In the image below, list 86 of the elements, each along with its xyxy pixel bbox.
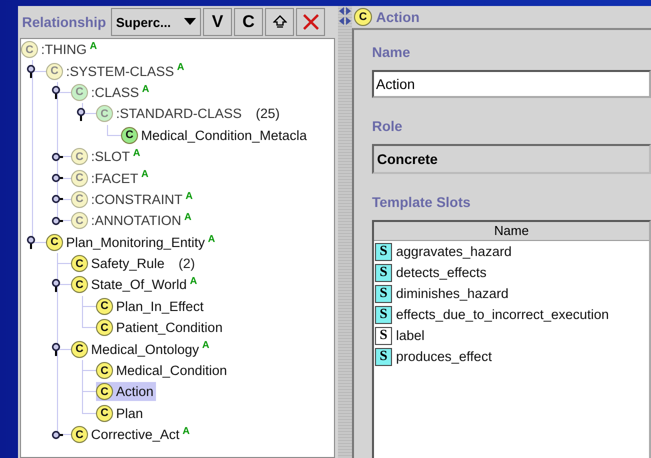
instance-count: (25) [256, 106, 280, 122]
field-label: Name [372, 44, 412, 60]
tree-node[interactable]: C :THING [21, 40, 89, 60]
slot-name[interactable]: produces_effect [396, 349, 492, 364]
tree-node[interactable]: C Action [96, 382, 156, 402]
abstract-label: A [133, 148, 140, 159]
slot-name[interactable]: detects_effects [396, 265, 487, 280]
slot-icon: S [375, 348, 392, 366]
tree-node[interactable]: C :STANDARD-CLASS [96, 104, 244, 124]
form-title: Action [376, 9, 420, 25]
abstract-label: A [177, 62, 184, 74]
class-icon: C [71, 148, 88, 166]
class-icon: C [96, 105, 113, 122]
expander-icon[interactable] [26, 64, 38, 78]
field-label: Template Slots [372, 194, 472, 210]
class-icon: C [354, 8, 372, 26]
tree-node[interactable]: C :SLOT [71, 147, 132, 166]
class-icon: C [71, 84, 88, 101]
tree-node[interactable]: C Plan [96, 404, 146, 423]
up-arrow-icon [272, 15, 287, 29]
tree-node[interactable]: C Plan_Monitoring_Entity [46, 232, 207, 252]
slot-name[interactable]: diminishes_hazard [396, 286, 509, 301]
instance-count: (2) [178, 256, 196, 272]
class-icon: C [96, 298, 113, 315]
class-icon: C [96, 404, 113, 422]
expander-icon[interactable] [51, 278, 63, 292]
tree-node[interactable]: C :CLASS [71, 82, 142, 102]
class-icon: C [71, 255, 88, 272]
slot-name[interactable]: label [396, 328, 425, 343]
abstract-label: A [142, 84, 150, 95]
tree-node[interactable]: C Medical_Condition_Metacla [121, 126, 309, 145]
close-icon [302, 13, 320, 31]
class-icon: C [121, 126, 138, 144]
abstract-label: A [190, 276, 198, 288]
expander-icon[interactable] [76, 106, 88, 121]
abstract-label: A [202, 340, 210, 352]
panel-label: Relationship [22, 14, 106, 30]
class-icon: C [71, 190, 88, 208]
class-icon: C [96, 319, 113, 336]
slot-icon: S [375, 326, 392, 344]
relationship-dropdown[interactable]: Superc... [111, 8, 202, 36]
tree-node[interactable]: C Patient_Condition [96, 318, 225, 338]
slot-name[interactable]: aggravates_hazard [396, 244, 512, 259]
class-icon: C [46, 62, 63, 80]
toolbar-button[interactable]: C [234, 8, 264, 36]
abstract-label: A [141, 169, 148, 180]
tree-node[interactable]: C :CONSTRAINT [71, 190, 185, 209]
expander-icon[interactable] [51, 342, 63, 356]
class-icon: C [96, 383, 113, 400]
slot-icon: S [375, 284, 392, 302]
slot-name[interactable]: effects_due_to_incorrect_execution [396, 307, 609, 322]
class-icon: C [71, 340, 88, 358]
tree-node[interactable]: C :FACET [71, 168, 140, 188]
tree-node[interactable]: C Plan_In_Effect [96, 296, 206, 316]
name-field[interactable]: Action [372, 70, 651, 98]
field-label: Role [372, 118, 404, 134]
class-icon: C [71, 170, 88, 187]
tree-node[interactable]: C Medical_Condition [96, 361, 230, 380]
slot-icon: S [375, 264, 392, 282]
caret-icon [184, 18, 196, 26]
slot-icon: S [375, 306, 392, 324]
expander-icon[interactable] [26, 235, 38, 250]
delete-button[interactable] [296, 8, 326, 36]
class-icon: C [21, 41, 38, 58]
slot-icon: S [375, 242, 392, 260]
toolbar-button[interactable]: V [203, 8, 232, 36]
abstract-label: A [208, 234, 216, 245]
abstract-label: A [90, 41, 97, 52]
class-icon: C [71, 212, 88, 230]
tree-node[interactable]: C :ANNOTATION [71, 211, 184, 230]
expander-icon[interactable] [51, 85, 63, 100]
class-icon: C [71, 426, 88, 444]
class-icon: C [46, 234, 63, 251]
tree-node[interactable]: C :SYSTEM-CLASS [46, 62, 176, 81]
class-icon: C [96, 362, 113, 380]
column-header[interactable]: Name [374, 222, 649, 241]
tree-node[interactable]: C Corrective_Act [71, 425, 182, 444]
abstract-label: A [182, 426, 190, 438]
abstract-label: A [184, 212, 192, 224]
tree-node[interactable]: C Safety_Rule [71, 254, 167, 274]
role-selector[interactable]: Concrete [372, 144, 651, 174]
class-icon: C [71, 276, 88, 294]
move-up-button[interactable] [265, 8, 294, 36]
tree-node[interactable]: C Medical_Ontology [71, 340, 202, 359]
tree-node[interactable]: C State_Of_World [71, 275, 189, 294]
abstract-label: A [186, 190, 193, 202]
